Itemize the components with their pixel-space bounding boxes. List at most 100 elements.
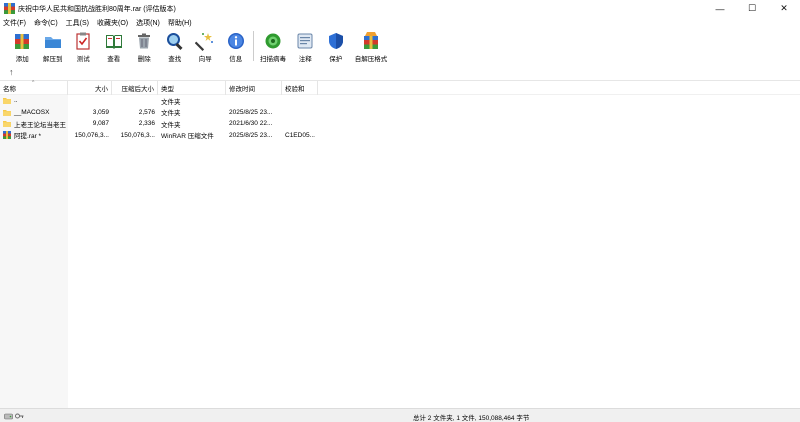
menu-tools[interactable]: 工具(S) [66,18,89,28]
sort-caret-icon: ^ [32,80,35,86]
file-name-cell: 阿提.rar * [0,130,68,140]
virus-scan-button[interactable]: 扫描病毒 [256,29,290,64]
protect-label: 保护 [329,56,343,63]
status-bar: 总计 2 文件夹, 1 文件, 150,088,464 字节 [0,408,800,422]
toolbar: 添加 解压到 测试 查看 删除 查找 向导 信息 扫描病毒 注释 保护 自解压格… [0,29,800,64]
file-name: 阿提.rar * [14,133,42,141]
column-header-modified[interactable]: 修改时间 [226,81,282,95]
comment-button[interactable]: 注释 [290,29,321,64]
sfx-icon [364,32,378,49]
drive-icon[interactable] [4,412,13,420]
trash-icon [138,33,151,49]
maximize-button[interactable]: ☐ [736,0,768,17]
file-type: WinRAR 压缩文件 [161,133,214,141]
wizard-label: 向导 [198,56,212,63]
column-header-packed[interactable]: 压缩后大小 [112,81,158,95]
column-header-size[interactable]: 大小 [68,81,112,95]
info-button[interactable]: 信息 [221,29,252,64]
file-type: 文件夹 [161,121,181,129]
file-modified: 2025/8/25 23... [229,131,273,139]
file-name-cell: .. [0,97,68,105]
folder-icon [3,109,11,116]
path-bar: ↑ [0,64,800,81]
up-arrow-icon[interactable]: ↑ [9,67,14,77]
file-packed-size: 2,336 [138,120,155,128]
extract-button[interactable]: 解压到 [38,29,69,64]
column-header-name[interactable]: 名称 ^ [0,80,68,95]
key-icon[interactable] [15,412,24,420]
status-summary: 总计 2 文件夹, 1 文件, 150,088,464 字节 [413,415,530,422]
window-title: 庆祝中华人民共和国抗战胜利80周年.rar (评估版本) [18,5,176,13]
list-item[interactable]: 阿提.rar * 150,076,3... 150,076,3... WinRA… [0,130,800,142]
status-icons [4,412,24,420]
file-size: 9,087 [92,120,109,128]
menu-options[interactable]: 选项(N) [136,18,160,28]
folder-icon [3,121,11,128]
delete-label: 删除 [137,56,151,63]
file-name-cell: 上老王论坛当老王 [0,119,68,129]
comment-label: 注释 [298,56,312,63]
extract-folder-icon [44,37,61,48]
sfx-button[interactable]: 自解压格式 [351,29,391,64]
view-button[interactable]: 查看 [99,29,130,64]
wizard-wand-icon [195,33,214,51]
magnifier-icon [166,33,183,51]
close-button[interactable]: ✕ [768,0,800,17]
test-button[interactable]: 测试 [68,29,99,64]
file-name: .. [14,97,18,105]
virus-scan-label: 扫描病毒 [260,56,286,63]
sfx-label: 自解压格式 [354,56,388,63]
delete-button[interactable]: 删除 [129,29,160,64]
file-checksum: C1ED05... [285,131,315,139]
wizard-button[interactable]: 向导 [190,29,221,64]
folder-icon [3,98,11,105]
extract-label: 解压到 [43,56,63,63]
menu-favorites[interactable]: 收藏夹(O) [97,18,128,28]
minimize-button[interactable]: — [704,0,736,17]
file-name-cell: __MACOSX [0,109,68,116]
add-archive-icon [15,34,30,49]
info-label: 信息 [229,56,243,63]
list-header: 名称 ^ 大小 压缩后大小 类型 修改时间 校验和 [0,80,800,95]
file-name: 上老王论坛当老王 [14,121,66,129]
menu-commands[interactable]: 命令(C) [34,18,58,28]
virus-scan-icon [265,33,281,49]
file-size: 150,076,3... [74,131,109,139]
menu-help[interactable]: 帮助(H) [168,18,192,28]
winrar-app-icon[interactable] [4,3,15,14]
list-item[interactable]: 上老王论坛当老王 9,087 2,336 文件夹 2021/6/30 22... [0,118,800,130]
file-modified: 2025/8/25 23... [229,108,273,116]
test-label: 测试 [76,56,90,63]
find-button[interactable]: 查找 [160,29,191,64]
file-list: 名称 ^ 大小 压缩后大小 类型 修改时间 校验和 .. 文件夹 __MACOS… [0,80,800,408]
column-name-label: 名称 [3,86,16,93]
shield-icon [328,33,343,49]
file-size: 3,059 [92,108,109,116]
add-label: 添加 [15,56,29,63]
list-item[interactable]: __MACOSX 3,059 2,576 文件夹 2025/8/25 23... [0,107,800,119]
toolbar-separator [253,31,254,61]
name-column-background [0,95,68,408]
view-book-icon [105,35,122,49]
add-button[interactable]: 添加 [7,29,38,64]
test-clipboard-icon [76,32,90,50]
menu-bar: 文件(F) 命令(C) 工具(S) 收藏夹(O) 选项(N) 帮助(H) [0,17,800,29]
list-rows: .. 文件夹 __MACOSX 3,059 2,576 文件夹 2025/8/2… [0,95,800,141]
title-bar: 庆祝中华人民共和国抗战胜利80周年.rar (评估版本) — ☐ ✕ [0,0,800,17]
file-type: 文件夹 [161,98,181,106]
column-header-checksum[interactable]: 校验和 [282,81,318,95]
find-label: 查找 [168,56,182,63]
list-item[interactable]: .. 文件夹 [0,95,800,107]
file-packed-size: 150,076,3... [120,131,155,139]
protect-button[interactable]: 保护 [321,29,352,64]
menu-file[interactable]: 文件(F) [3,18,26,28]
column-header-type[interactable]: 类型 [158,81,226,95]
file-name: __MACOSX [14,108,50,116]
info-icon [227,33,244,49]
rar-file-icon [3,131,11,140]
file-packed-size: 2,576 [138,108,155,116]
file-type: 文件夹 [161,110,181,118]
view-label: 查看 [107,56,121,63]
comment-icon [297,33,313,49]
file-modified: 2021/6/30 22... [229,120,273,128]
